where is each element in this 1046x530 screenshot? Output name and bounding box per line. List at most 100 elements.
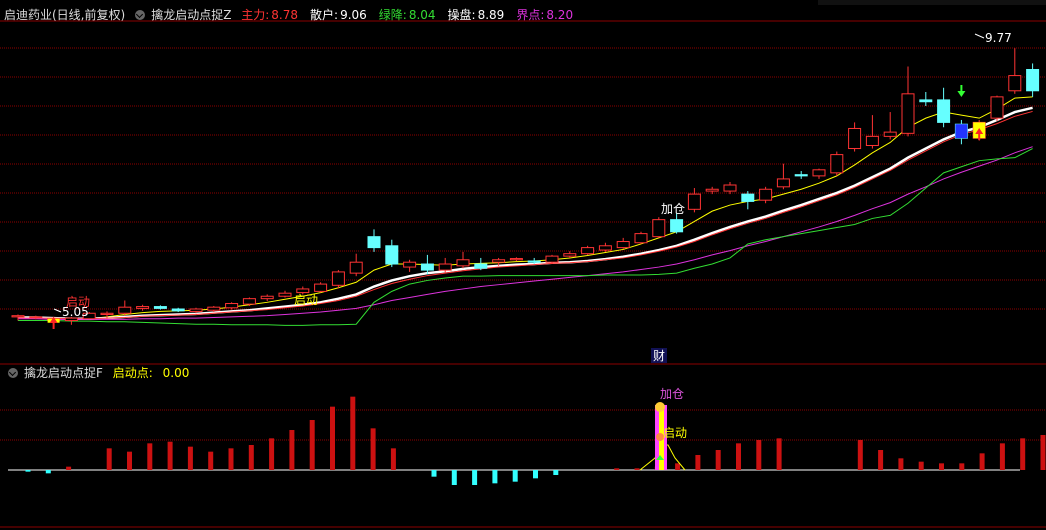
candle-body: [865, 135, 879, 146]
histogram-bar: [492, 470, 498, 484]
candle-body: [705, 188, 719, 192]
coin-icon: [655, 402, 665, 412]
header-item-value: 8.78: [271, 8, 299, 22]
indicator-name[interactable]: 擒龙启动点捉Z: [151, 8, 231, 22]
start-point-label: 启动点: [112, 366, 149, 380]
candle-body: [598, 245, 612, 251]
header-item: 主力: 8.78: [241, 8, 304, 22]
histogram-bar: [187, 446, 193, 470]
add-position-label: 加仓: [661, 202, 685, 216]
header-item-label: 绿降:: [378, 8, 407, 22]
ma-line: [18, 106, 1033, 320]
histogram-bar: [370, 428, 376, 470]
histogram-bar: [614, 468, 620, 470]
candle-body: [171, 308, 185, 312]
candle-body: [1008, 75, 1022, 92]
histogram-bar: [553, 470, 559, 475]
candle-body: [990, 96, 1004, 119]
histogram-bar: [248, 445, 254, 470]
histogram-bar: [736, 443, 741, 470]
header-item-label: 操盘:: [447, 8, 476, 22]
sub-indicator-name[interactable]: 擒龙启动点捉F: [24, 366, 103, 380]
histogram-bar: [25, 470, 31, 472]
candle-body: [687, 193, 701, 210]
histogram-bar: [756, 440, 762, 470]
candle-body: [314, 283, 328, 292]
histogram-bar: [918, 461, 924, 470]
candle-body: [29, 316, 43, 319]
candle-body: [830, 154, 844, 174]
candle-body: [260, 295, 274, 300]
candle-body: [919, 99, 933, 103]
histogram-bar: [350, 396, 356, 470]
histogram-bar: [147, 443, 153, 470]
histogram-bar: [472, 470, 478, 485]
histogram-bar: [289, 430, 295, 470]
header-item-label: 界点:: [516, 8, 545, 22]
candle-body: [848, 127, 862, 150]
start-tag-label: 启动: [66, 295, 90, 309]
candle-body: [420, 263, 434, 271]
header-item: 界点: 8.20: [516, 8, 579, 22]
histogram-bar: [898, 458, 904, 470]
ma-line: [17, 96, 1033, 320]
candle-body: [634, 233, 648, 244]
histogram-bar: [451, 470, 457, 485]
histogram-bar: [979, 453, 985, 470]
signal-candle: [955, 124, 968, 139]
stock-name: 启迪药业(日线,前复权): [4, 8, 126, 22]
high-price-pointer: [974, 33, 985, 39]
chevron-down-icon[interactable]: [135, 9, 146, 20]
candle-body: [776, 178, 790, 188]
candle-body: [812, 169, 826, 177]
histogram-bar: [999, 443, 1005, 470]
histogram-bar: [106, 448, 112, 470]
header-item: 绿降: 8.04: [379, 8, 442, 22]
candle-body: [153, 306, 167, 309]
sub-chart-header: 擒龙启动点捉F 启动点: 0.00: [4, 364, 195, 382]
candle-body: [492, 259, 506, 263]
histogram-bar: [228, 448, 234, 470]
candle-body: [937, 99, 951, 123]
candle-body: [367, 236, 381, 249]
histogram-bar: [208, 451, 214, 470]
header-item-value: 8.04: [408, 8, 436, 22]
histogram-bar: [167, 441, 173, 470]
candle-body: [545, 255, 559, 263]
start-point-value: 0.00: [162, 366, 190, 380]
candle-body: [616, 241, 630, 249]
histogram-bar: [857, 440, 863, 470]
histogram-bar: [269, 438, 275, 470]
candle-body: [385, 245, 399, 265]
histogram-bar: [127, 451, 132, 470]
candle-body: [527, 260, 541, 263]
histogram-bar: [776, 438, 782, 470]
chart-canvas: 9.775.05启动 启动加仓财加仓启动: [0, 0, 1046, 528]
histogram-bar: [939, 463, 944, 470]
candle-body: [759, 188, 773, 201]
histogram-bar: [390, 448, 396, 470]
candle-body: [11, 315, 25, 318]
histogram-bar: [715, 450, 721, 470]
candle-body: [136, 306, 150, 309]
cai-label: 财: [653, 349, 665, 363]
candle-body: [883, 131, 897, 137]
arrow-down-icon: [957, 85, 966, 97]
candle-body: [794, 174, 808, 177]
main-chart-header: 启迪药业(日线,前复权) 擒龙启动点捉Z 主力: 8.78 散户: 9.06 绿降: 8.0…: [4, 6, 591, 24]
header-item-label: 主力:: [241, 8, 270, 22]
sub-start-label: 启动: [663, 426, 687, 440]
chevron-down-icon[interactable]: [8, 367, 18, 378]
histogram-bar: [959, 463, 965, 470]
header-item-value: 9.06: [340, 8, 367, 22]
candle-body: [670, 219, 684, 233]
histogram-bar: [309, 420, 315, 470]
start-label: 启动: [294, 293, 318, 307]
candle-body: [225, 303, 239, 309]
header-item-value: 8.89: [477, 8, 505, 22]
ma-line: [18, 110, 1033, 320]
histogram-bar: [675, 463, 681, 470]
candle-body: [207, 306, 221, 311]
candle-body: [741, 193, 755, 202]
header-item-value: 8.20: [546, 8, 574, 22]
